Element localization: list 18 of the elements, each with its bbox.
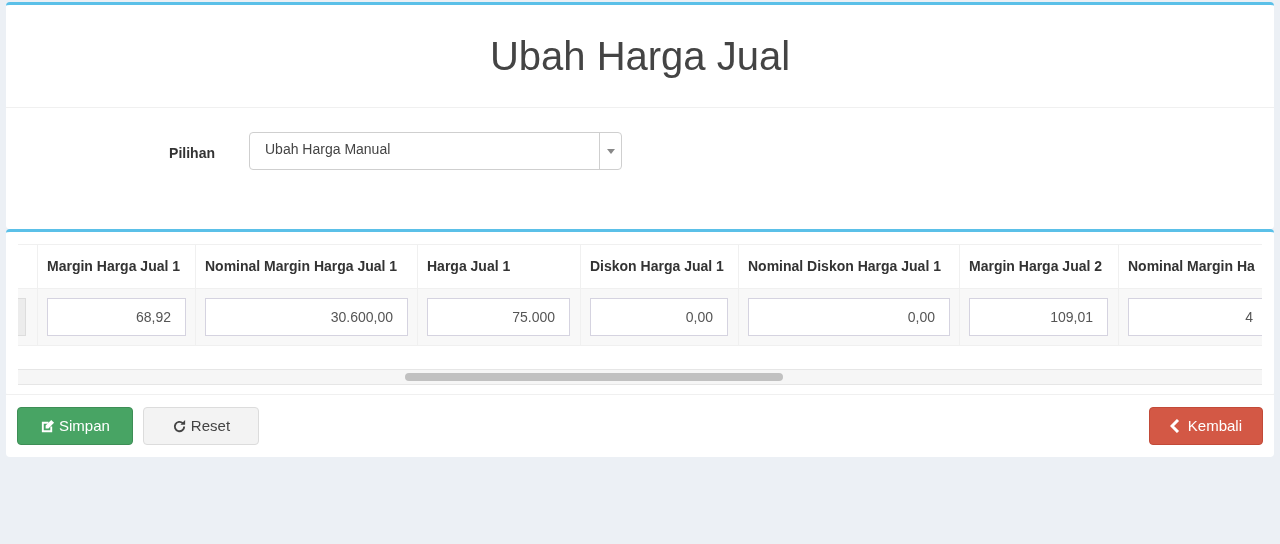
- value-field[interactable]: 4: [1128, 298, 1262, 336]
- value-field[interactable]: 0,00: [748, 298, 950, 336]
- refresh-icon: [171, 418, 187, 434]
- input-field[interactable]: [18, 298, 26, 336]
- chevron-left-icon: [1169, 419, 1180, 433]
- edit-icon: [40, 418, 55, 434]
- page-title: Ubah Harga Jual: [489, 33, 791, 80]
- value-field[interactable]: 68,92: [47, 298, 186, 336]
- back-button[interactable]: Kembali: [1148, 407, 1263, 445]
- value-field[interactable]: 75.000: [427, 298, 570, 336]
- dropdown-caret-icon: [606, 148, 615, 154]
- horizontal-scrollbar[interactable]: [18, 369, 1262, 385]
- reset-button[interactable]: Reset: [142, 407, 260, 445]
- option-select[interactable]: Ubah Harga Manual: [249, 132, 622, 170]
- value-field[interactable]: 0,00: [590, 298, 728, 336]
- value-field[interactable]: 30.600,00: [205, 298, 408, 336]
- value-field[interactable]: 109,01: [969, 298, 1108, 336]
- field-label: Pilihan: [168, 144, 215, 163]
